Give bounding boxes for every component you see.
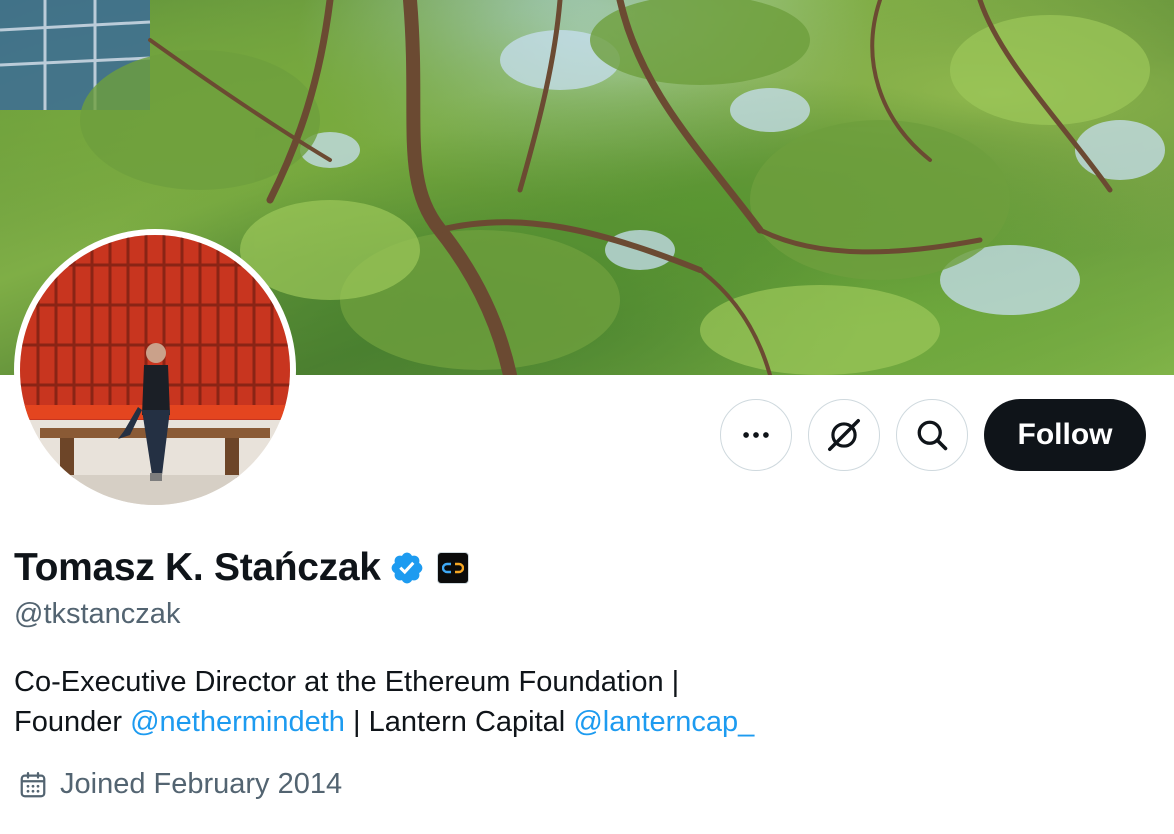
bio-line-2: Founder @nethermindeth | Lantern Capital… [14,702,754,742]
display-name: Tomasz K. Stańczak [14,546,381,589]
avatar-photo [20,235,290,505]
affiliate-logo-icon [441,562,464,574]
affiliate-badge[interactable] [436,552,469,584]
joined-text: Joined February 2014 [60,768,343,800]
search-profile-button[interactable] [896,399,968,471]
follow-button[interactable]: Follow [984,399,1146,471]
grok-button[interactable] [808,399,880,471]
verified-badge-icon[interactable] [389,550,425,586]
more-button[interactable] [720,399,792,471]
bio-text-lantern: | Lantern Capital [344,706,574,738]
user-handle: @tkstanczak [14,598,181,630]
mention-link-nethermindeth[interactable]: @nethermindeth [130,706,345,738]
calendar-icon [20,771,46,797]
mention-link-lanterncap[interactable]: @lanterncap_ [573,706,754,738]
search-icon [917,420,948,451]
more-horizontal-icon [743,432,769,438]
grok-icon [828,419,860,451]
bio-line-1: Co-Executive Director at the Ethereum Fo… [14,666,680,698]
joined-date: Joined February 2014 [18,768,342,801]
profile-bio: Co-Executive Director at the Ethereum Fo… [14,662,754,742]
avatar[interactable] [14,229,296,511]
profile-name-row: Tomasz K. Stańczak [14,544,469,592]
bio-text-founder: Founder [14,706,131,738]
